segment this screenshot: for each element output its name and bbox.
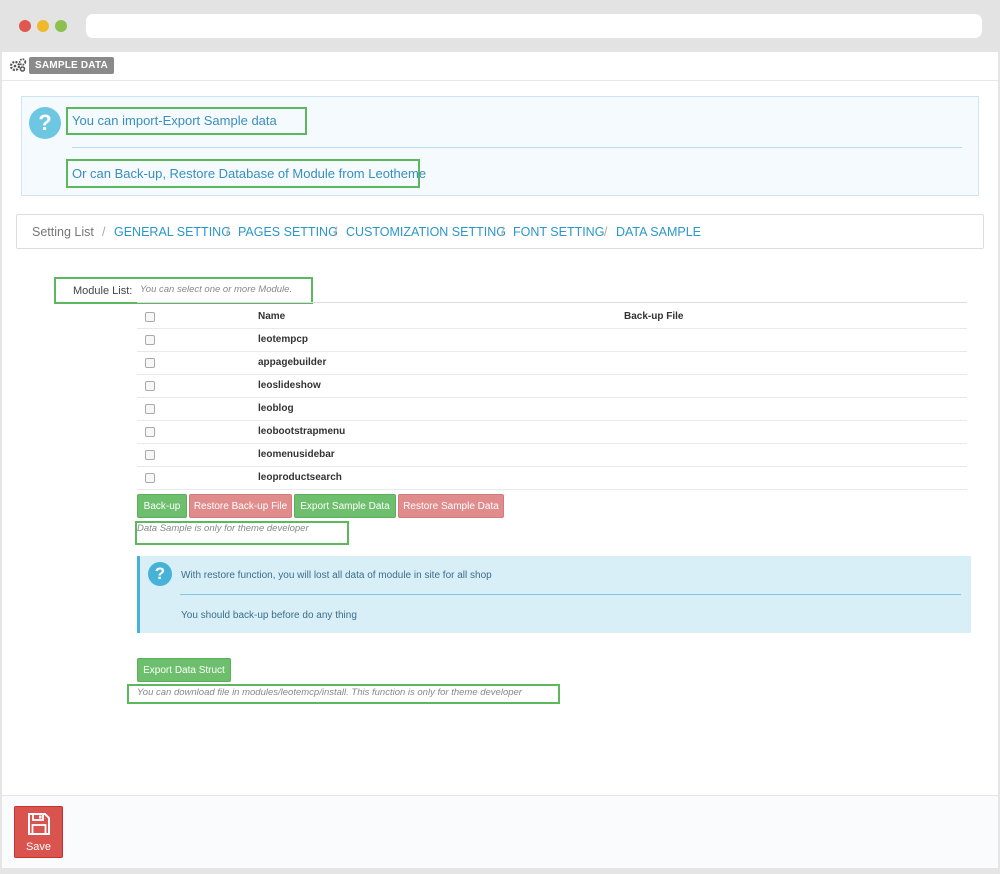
select-all-checkbox[interactable]	[145, 312, 155, 322]
table-header-row: Name Back-up File	[137, 306, 967, 329]
module-name: leobootstrapmenu	[258, 426, 346, 437]
info-line-2: Or can Back-up, Restore Database of Modu…	[72, 166, 427, 181]
breadcrumb-pages-setting[interactable]: PAGES SETTING	[238, 225, 338, 239]
column-header-backup-file: Back-up File	[624, 311, 684, 322]
backup-button[interactable]: Back-up	[137, 494, 187, 518]
breadcrumb: Setting List / GENERAL SETTING / PAGES S…	[16, 214, 984, 249]
table-row: leoblog	[137, 398, 967, 421]
table-row: leomenusidebar	[137, 444, 967, 467]
divider	[180, 594, 961, 595]
column-header-name: Name	[258, 311, 286, 322]
panel-header: SAMPLE DATA	[2, 52, 998, 81]
breadcrumb-separator: /	[501, 225, 505, 239]
breadcrumb-separator: /	[102, 225, 106, 239]
panel-title: SAMPLE DATA	[29, 57, 114, 74]
panel-footer: Save	[2, 795, 998, 868]
breadcrumb-data-sample[interactable]: DATA SAMPLE	[616, 225, 701, 239]
breadcrumb-general-setting[interactable]: GENERAL SETTING	[114, 225, 231, 239]
info-alert: ? You can import-Export Sample data Or c…	[21, 96, 979, 196]
module-name: leoblog	[258, 403, 294, 414]
close-window-dot[interactable]	[19, 20, 31, 32]
floppy-disk-icon	[28, 813, 50, 835]
export-data-struct-button[interactable]: Export Data Struct	[137, 658, 231, 682]
module-list-label: Module List:	[73, 285, 133, 297]
address-bar[interactable]	[86, 14, 982, 38]
breadcrumb-font-setting[interactable]: FONT SETTING	[513, 225, 604, 239]
module-checkbox[interactable]	[145, 427, 155, 437]
warning-line-2: You should back-up before do any thing	[181, 610, 357, 621]
breadcrumb-setting-list[interactable]: Setting List	[32, 225, 94, 239]
module-name: leoproductsearch	[258, 472, 342, 483]
module-checkbox[interactable]	[145, 404, 155, 414]
breadcrumb-separator: /	[334, 225, 338, 239]
restore-sample-data-button[interactable]: Restore Sample Data	[398, 494, 504, 518]
module-name: appagebuilder	[258, 357, 327, 368]
question-icon: ?	[148, 562, 172, 586]
module-checkbox[interactable]	[145, 473, 155, 483]
table-row: appagebuilder	[137, 352, 967, 375]
question-icon: ?	[29, 107, 61, 139]
save-label: Save	[25, 841, 52, 853]
module-checkbox[interactable]	[145, 358, 155, 368]
table-row: leoproductsearch	[137, 467, 967, 490]
table-row: leotempcp	[137, 329, 967, 352]
divider	[72, 147, 962, 148]
export-note: You can download file in modules/leotemc…	[137, 687, 522, 698]
module-name: leotempcp	[258, 334, 309, 345]
table-border	[137, 302, 967, 303]
module-name: leoslideshow	[258, 380, 321, 391]
module-list-hint: You can select one or more Module.	[140, 284, 293, 295]
info-line-1: You can import-Export Sample data	[72, 113, 277, 128]
sample-data-note: Data Sample is only for theme developer	[137, 523, 309, 534]
breadcrumb-separator: /	[604, 225, 608, 239]
module-checkbox[interactable]	[145, 450, 155, 460]
maximize-window-dot[interactable]	[55, 20, 67, 32]
gears-icon	[9, 58, 27, 72]
module-name: leomenusidebar	[258, 449, 335, 460]
restore-warning-alert: ? With restore function, you will lost a…	[137, 556, 971, 633]
table-row: leobootstrapmenu	[137, 421, 967, 444]
breadcrumb-customization-setting[interactable]: CUSTOMIZATION SETTING	[346, 225, 506, 239]
page-content: SAMPLE DATA ? You can import-Export Samp…	[2, 52, 998, 868]
table-row: leoslideshow	[137, 375, 967, 398]
module-checkbox[interactable]	[145, 335, 155, 345]
browser-chrome	[0, 0, 1000, 52]
minimize-window-dot[interactable]	[37, 20, 49, 32]
export-sample-data-button[interactable]: Export Sample Data	[294, 494, 396, 518]
save-button[interactable]: Save	[14, 806, 63, 858]
breadcrumb-separator: /	[226, 225, 230, 239]
module-checkbox[interactable]	[145, 381, 155, 391]
restore-backup-button[interactable]: Restore Back-up File	[189, 494, 292, 518]
warning-line-1: With restore function, you will lost all…	[181, 570, 492, 581]
